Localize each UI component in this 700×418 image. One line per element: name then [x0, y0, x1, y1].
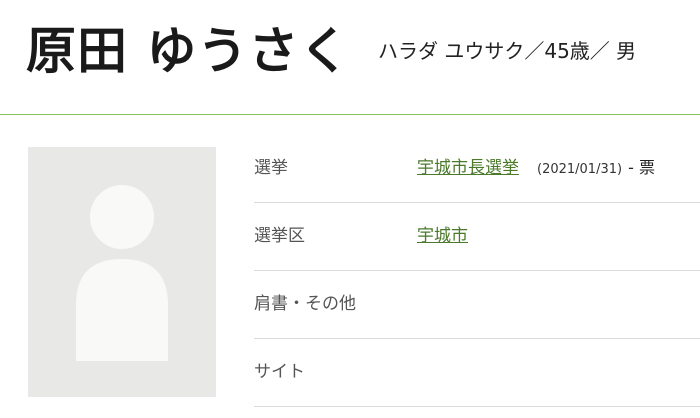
district-label: 選挙区: [254, 226, 305, 246]
election-label: 選挙: [254, 158, 288, 178]
election-link[interactable]: 宇城市長選挙: [417, 158, 519, 178]
candidate-kana-age-gender: ハラダ ユウサク／45歳／ 男: [378, 39, 637, 63]
candidate-header: 原田 ゆうさく ハラダ ユウサク／45歳／ 男: [0, 0, 700, 114]
candidate-info-table: 選挙 宇城市長選挙 (2021/01/31) - 票 選挙区 宇城市 肩書・その他 …: [254, 135, 700, 407]
info-row-title: 肩書・その他: [254, 271, 700, 339]
election-votes: - 票: [628, 158, 655, 177]
info-row-election: 選挙 宇城市長選挙 (2021/01/31) - 票: [254, 135, 700, 203]
info-row-site: サイト: [254, 339, 700, 407]
person-placeholder-icon: [76, 185, 168, 361]
candidate-photo: [28, 147, 216, 397]
candidate-name: 原田 ゆうさく: [26, 22, 351, 80]
election-value: 宇城市長選挙 (2021/01/31) - 票: [417, 155, 655, 183]
site-label: サイト: [254, 362, 305, 382]
election-date: (2021/01/31): [537, 162, 623, 177]
district-link[interactable]: 宇城市: [417, 226, 468, 246]
header-divider: [0, 114, 700, 115]
district-value: 宇城市: [417, 223, 468, 249]
title-label: 肩書・その他: [254, 294, 356, 314]
info-row-district: 選挙区 宇城市: [254, 203, 700, 271]
